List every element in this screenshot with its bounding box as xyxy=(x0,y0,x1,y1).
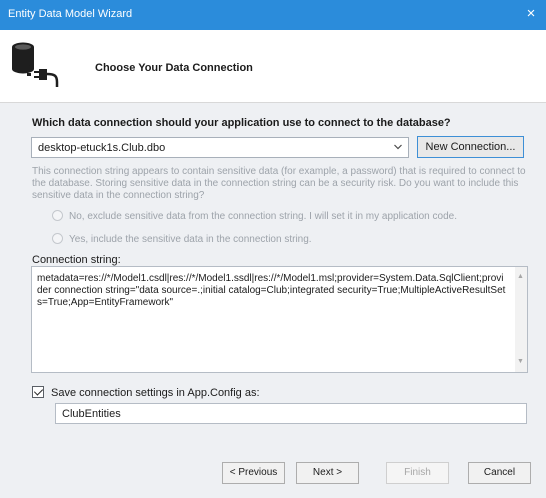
wizard-header xyxy=(0,30,546,102)
close-icon[interactable]: × xyxy=(522,5,540,23)
radio-include-sensitive[interactable]: Yes, include the sensitive data in the c… xyxy=(52,233,312,245)
app-config-name-input[interactable] xyxy=(55,403,527,424)
database-connection-icon xyxy=(12,42,59,87)
scroll-up-icon[interactable]: ▲ xyxy=(517,271,524,283)
radio-exclude-label: No, exclude sensitive data from the conn… xyxy=(69,211,457,222)
save-settings-row[interactable]: Save connection settings in App.Config a… xyxy=(32,386,260,399)
save-settings-label: Save connection settings in App.Config a… xyxy=(51,387,260,399)
next-button[interactable]: Next > xyxy=(296,462,359,484)
chevron-down-icon xyxy=(394,144,402,150)
save-settings-checkbox[interactable] xyxy=(32,386,44,398)
scrollbar[interactable]: ▲ ▼ xyxy=(515,267,527,372)
radio-button[interactable] xyxy=(52,233,63,244)
connection-string-text: metadata=res://*/Model1.csdl|res://*/Mod… xyxy=(37,273,506,308)
connection-question: Which data connection should your applic… xyxy=(32,117,451,129)
window-title: Entity Data Model Wizard xyxy=(8,8,133,20)
connection-select-value: desktop-etuck1s.Club.dbo xyxy=(38,142,166,154)
radio-include-label: Yes, include the sensitive data in the c… xyxy=(69,234,312,245)
cancel-button[interactable]: Cancel xyxy=(468,462,531,484)
radio-exclude-sensitive[interactable]: No, exclude sensitive data from the conn… xyxy=(52,210,457,222)
new-connection-button[interactable]: New Connection... xyxy=(417,136,524,158)
previous-button[interactable]: < Previous xyxy=(222,462,285,484)
connection-string-box[interactable]: metadata=res://*/Model1.csdl|res://*/Mod… xyxy=(31,266,528,373)
title-bar[interactable]: Entity Data Model Wizard × xyxy=(0,0,546,30)
sensitive-data-warning: This connection string appears to contai… xyxy=(32,166,526,201)
page-title: Choose Your Data Connection xyxy=(95,62,253,74)
wizard-window: Entity Data Model Wizard × Choose Your D… xyxy=(0,0,546,498)
connection-select[interactable]: desktop-etuck1s.Club.dbo xyxy=(31,137,409,158)
radio-button[interactable] xyxy=(52,210,63,221)
scroll-down-icon[interactable]: ▼ xyxy=(517,356,524,368)
finish-button[interactable]: Finish xyxy=(386,462,449,484)
connection-string-label: Connection string: xyxy=(32,254,121,266)
